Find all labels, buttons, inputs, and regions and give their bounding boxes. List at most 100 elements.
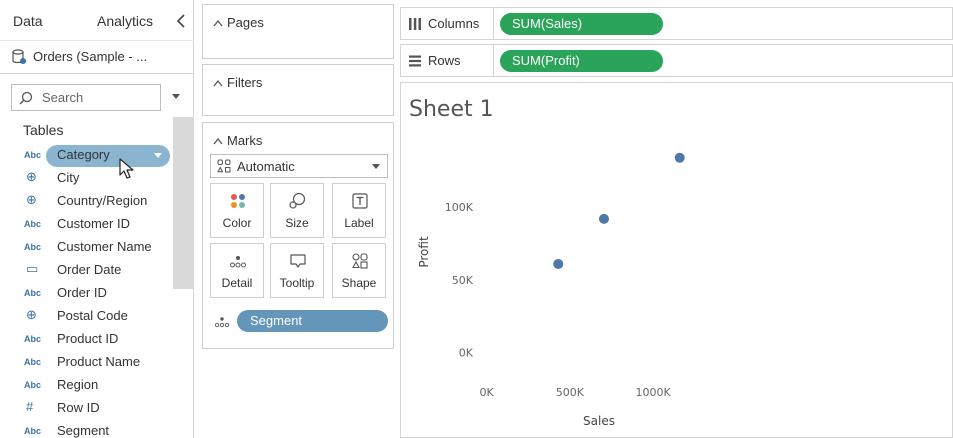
field-label: Segment (57, 423, 110, 438)
columns-icon (409, 18, 421, 30)
scatter-point[interactable] (553, 258, 564, 269)
detail-label: Detail (221, 276, 253, 290)
y-tick-label: 100K (445, 201, 474, 214)
shape-button[interactable]: Shape (332, 243, 386, 298)
collapse-caret-icon (213, 19, 223, 27)
detail-dots-icon (230, 256, 246, 268)
scatter-chart[interactable]: 0K 500K 1000K 0K 50K 100K Sales Profit (401, 83, 953, 438)
search-icon (19, 91, 33, 105)
geo-globe-icon: ⊕ (26, 192, 37, 207)
field-label: Country/Region (57, 193, 148, 208)
color-palette-icon (231, 194, 245, 208)
tab-analytics[interactable]: Analytics (97, 0, 153, 40)
field-city[interactable]: ⊕ City (0, 167, 173, 190)
y-tick-label: 0K (459, 347, 474, 360)
automatic-mark-icon (217, 159, 231, 173)
field-label: Order Date (57, 262, 122, 277)
filters-label: Filters (227, 75, 263, 90)
mouse-cursor-icon (119, 158, 134, 179)
x-tick-label: 1000K (635, 386, 671, 399)
x-axis-title[interactable]: Sales (583, 414, 615, 428)
size-icon (289, 192, 306, 209)
sheet-view[interactable]: 0K 500K 1000K 0K 50K 100K Sales Profit Sheet… (400, 82, 953, 438)
shape-label: Shape (341, 276, 377, 290)
label-button[interactable]: Label (332, 183, 386, 238)
color-label: Color (222, 216, 252, 230)
string-type-icon: Abc (24, 150, 42, 160)
data-pane: Data Analytics Orders (Sample - ... Sear… (0, 0, 194, 438)
field-order-id[interactable]: Abc Order ID (0, 282, 173, 305)
datasource-name: Orders (Sample - ... (33, 49, 148, 64)
field-product-id[interactable]: Abc Product ID (0, 328, 173, 351)
field-country-region[interactable]: ⊕ Country/Region (0, 190, 173, 213)
chart-marks (553, 152, 685, 269)
geo-globe-icon: ⊕ (26, 307, 37, 322)
dropdown-arrow-icon (372, 164, 380, 169)
search-placeholder: Search (42, 90, 84, 105)
field-label: Category (57, 147, 110, 162)
field-customer-name[interactable]: Abc Customer Name (0, 236, 173, 259)
field-list-scrollbar[interactable] (173, 117, 194, 289)
columns-shelf[interactable]: Columns SUM(Sales) (400, 7, 953, 40)
collapse-caret-icon (213, 79, 223, 87)
y-axis-title[interactable]: Profit (417, 236, 431, 268)
pages-card[interactable]: Pages (202, 4, 394, 59)
marks-label: Marks (227, 133, 263, 148)
field-label: Product Name (57, 354, 141, 369)
calendar-icon: ▭ (26, 261, 39, 276)
marks-card-title[interactable]: Marks (213, 133, 262, 148)
field-label: Customer ID (57, 216, 130, 231)
search-input[interactable]: Search (11, 84, 161, 111)
string-type-icon: Abc (24, 357, 42, 367)
string-type-icon: Abc (24, 380, 42, 390)
size-button[interactable]: Size (270, 183, 324, 238)
shape-icon (352, 253, 368, 269)
search-options-dropdown-icon[interactable] (171, 93, 181, 101)
rows-icon (409, 55, 421, 67)
number-hash-icon: # (26, 399, 34, 414)
pane-tabs: Data Analytics (0, 0, 194, 40)
y-axis-ticks: 0K 50K 100K (445, 201, 474, 359)
field-product-name[interactable]: Abc Product Name (0, 351, 173, 374)
field-menu-caret-icon[interactable] (154, 153, 162, 159)
tooltip-label: Tooltip (279, 276, 315, 290)
scatter-point[interactable] (598, 213, 609, 224)
filters-card-title[interactable]: Filters (213, 75, 262, 90)
collapse-caret-icon (213, 137, 223, 145)
rows-shelf[interactable]: Rows SUM(Profit) (400, 44, 953, 77)
tab-data[interactable]: Data (13, 0, 43, 40)
field-postal-code[interactable]: ⊕ Postal Code (0, 305, 173, 328)
geo-globe-icon: ⊕ (26, 169, 37, 184)
shelf-divider (493, 45, 494, 76)
sheet-title[interactable]: Sheet 1 (409, 97, 494, 122)
filters-card[interactable]: Filters (202, 64, 394, 116)
columns-label: Columns (428, 16, 480, 31)
collapse-pane-chevron-icon[interactable] (176, 14, 186, 28)
tooltip-button[interactable]: Tooltip (270, 243, 324, 298)
x-axis-ticks: 0K 500K 1000K (480, 386, 672, 399)
label-label: Label (344, 216, 374, 230)
detail-button[interactable]: Detail (210, 243, 264, 298)
field-order-date[interactable]: ▭ Order Date (0, 259, 173, 282)
sum-profit-pill[interactable]: SUM(Profit) (500, 50, 663, 72)
mark-type-select[interactable]: Automatic (210, 154, 388, 178)
field-region[interactable]: Abc Region (0, 374, 173, 397)
size-label: Size (285, 216, 309, 230)
field-category[interactable]: Abc Category (0, 144, 173, 167)
sum-sales-pill[interactable]: SUM(Sales) (500, 13, 663, 35)
string-type-icon: Abc (24, 426, 42, 436)
string-type-icon: Abc (24, 334, 42, 344)
pages-card-title[interactable]: Pages (213, 15, 264, 30)
scatter-point[interactable] (674, 152, 685, 163)
field-segment[interactable]: Abc Segment (0, 420, 173, 438)
tables-heading: Tables (23, 122, 64, 138)
segment-detail-pill[interactable]: Segment (237, 310, 388, 332)
field-row-id[interactable]: # Row ID (0, 397, 173, 420)
datasource-row[interactable]: Orders (Sample - ... (0, 40, 194, 74)
text-label-icon (352, 193, 368, 209)
field-label: Region (57, 377, 99, 392)
color-button[interactable]: Color (210, 183, 264, 238)
field-label: City (57, 170, 80, 185)
mark-type-value: Automatic (237, 159, 295, 174)
field-customer-id[interactable]: Abc Customer ID (0, 213, 173, 236)
